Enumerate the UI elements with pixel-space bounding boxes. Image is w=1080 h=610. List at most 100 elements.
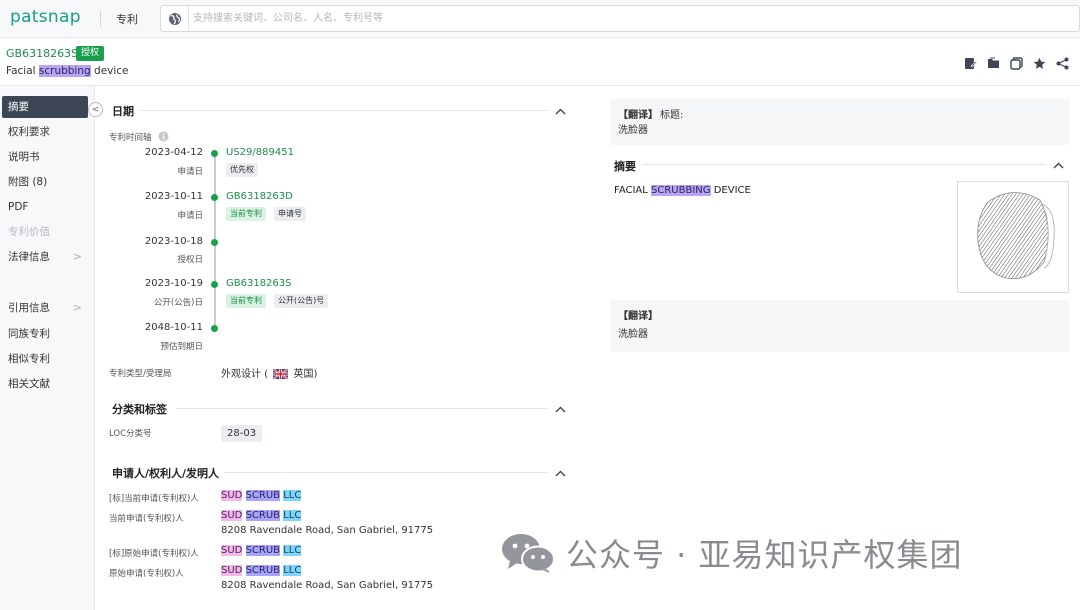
sidebar: 摘要 权利要求 说明书 附图 (8) PDF 专利价值 法律信息 > 引用信息 … <box>0 86 95 610</box>
design-drawing-thumbnail[interactable] <box>957 181 1069 293</box>
sidebar-item-related-docs[interactable]: 相关文献 <box>0 373 86 395</box>
patent-title: Facial scrubbing device <box>6 65 129 77</box>
sidebar-item-drawings[interactable]: 附图 (8) <box>0 171 86 193</box>
tag-priority: 优先权 <box>226 163 258 177</box>
name-part-scrub: SCRUB <box>245 565 281 576</box>
tag-application-number: 申请号 <box>274 207 306 221</box>
sidebar-item-pdf[interactable]: PDF <box>0 196 86 218</box>
translated-title-value: 洗脸器 <box>618 125 648 136</box>
collapse-sidebar-button[interactable]: < <box>88 102 103 117</box>
name-part-scrub: SCRUB <box>245 490 281 501</box>
chevron-up-icon[interactable] <box>1052 159 1064 171</box>
name-part-sud: SUD <box>221 545 243 556</box>
title-text-before: Facial <box>6 65 39 77</box>
section-divider <box>224 472 548 473</box>
loc-value[interactable]: 28-03 <box>221 425 263 442</box>
patent-number[interactable]: GB6318263S <box>6 47 78 60</box>
applicant-label: [标]当前申请(专利权)人 <box>109 494 199 504</box>
applicant-name[interactable]: SUD SCRUB LLC <box>221 545 302 556</box>
applicant-name[interactable]: SUD SCRUB LLC <box>221 565 302 576</box>
logo-divider <box>100 11 101 27</box>
sidebar-item-similar[interactable]: 相似专利 <box>0 348 86 370</box>
name-part-sud: SUD <box>221 510 243 521</box>
applicant-name[interactable]: SUD SCRUB LLC <box>221 490 302 501</box>
section-divider <box>140 110 548 111</box>
search-input[interactable] <box>193 10 1053 27</box>
patent-type-label: 专利类型/受理局 <box>109 369 172 379</box>
section-divider <box>176 408 548 409</box>
translated-abstract-value: 洗脸器 <box>618 329 648 340</box>
sidebar-item-description[interactable]: 说明书 <box>0 146 86 168</box>
edit-note-icon[interactable] <box>962 55 978 71</box>
tag-current-patent: 当前专利 <box>226 294 266 308</box>
timeline-patent-link[interactable]: US29/889451 <box>226 147 294 158</box>
timeline-label-text: 专利时间轴 <box>109 133 152 143</box>
nav-patent[interactable]: 专利 <box>116 11 138 27</box>
top-bar: patsnap 专利 <box>0 0 1080 38</box>
timeline-kind: 授权日 <box>177 255 203 265</box>
chevron-up-icon[interactable] <box>554 467 566 479</box>
abstract-text-after: DEVICE <box>710 185 751 196</box>
timeline-dot <box>211 281 218 288</box>
translated-title-header: 【翻译】 标题: <box>618 106 683 121</box>
sidebar-item-patent-value[interactable]: 专利价值 <box>0 221 86 243</box>
sidebar-item-abstract[interactable]: 摘要 <box>2 96 88 118</box>
search-box[interactable] <box>160 5 1080 32</box>
timeline-date: 2023-10-19 <box>144 278 203 289</box>
watermark-text: 公众号 · 亚易知识产权集团 <box>566 536 963 574</box>
tag-publication-number: 公开(公告)号 <box>274 294 329 308</box>
sidebar-item-label: 引用信息 <box>8 302 50 314</box>
timeline-dot <box>211 150 218 157</box>
sidebar-item-claims[interactable]: 权利要求 <box>0 121 86 143</box>
timeline-patent-link[interactable]: GB6318263D <box>226 191 293 202</box>
timeline-label: 专利时间轴 <box>109 131 169 143</box>
name-part-sud: SUD <box>221 565 243 576</box>
star-icon[interactable] <box>1031 55 1047 71</box>
globe-icon[interactable] <box>161 6 189 31</box>
loc-label: LOC分类号 <box>109 429 152 439</box>
timeline-date: 2023-10-11 <box>144 191 203 202</box>
chevron-right-icon: > <box>72 250 82 263</box>
share-icon[interactable] <box>1054 55 1070 71</box>
translate-tag: 【翻译】 <box>618 311 658 322</box>
sidebar-item-citations[interactable]: 引用信息 > <box>0 297 86 319</box>
folder-icon[interactable] <box>985 55 1001 71</box>
section-title-classification: 分类和标签 <box>112 403 167 416</box>
patent-type-value: 外观设计 ( 英国) <box>221 365 317 380</box>
translated-abstract-card: 【翻译】 洗脸器 <box>610 300 1069 352</box>
sidebar-item-family[interactable]: 同族专利 <box>0 323 86 345</box>
info-icon[interactable] <box>158 131 169 142</box>
translate-title-label: 标题: <box>660 110 684 121</box>
patent-header: GB6318263S 授权 Facial scrubbing device <box>0 38 1080 86</box>
applicant-address: 8208 Ravendale Road, San Gabriel, 91775 <box>221 580 434 591</box>
applicant-label: [标]原始申请(专利权)人 <box>109 549 199 559</box>
timeline-date: 2023-04-12 <box>144 147 203 158</box>
timeline-patent-link[interactable]: GB6318263S <box>226 278 292 289</box>
timeline-dot <box>211 325 218 332</box>
section-title-dates: 日期 <box>112 105 134 118</box>
abstract-highlight: SCRUBBING <box>651 185 711 196</box>
name-part-llc: LLC <box>283 510 302 521</box>
uk-flag-icon <box>272 368 289 380</box>
chevron-up-icon[interactable] <box>554 403 566 415</box>
abstract-text-before: FACIAL <box>614 185 652 196</box>
patsnap-logo[interactable]: patsnap <box>10 7 81 27</box>
name-part-scrub: SCRUB <box>245 510 281 521</box>
copy-icon[interactable] <box>1008 55 1024 71</box>
scrubber-drawing-image <box>977 192 1055 280</box>
wechat-watermark: 公众号 · 亚易知识产权集团 <box>500 530 963 576</box>
applicant-name[interactable]: SUD SCRUB LLC <box>221 510 302 521</box>
translated-abstract-header: 【翻译】 <box>618 307 658 322</box>
applicant-address: 8208 Ravendale Road, San Gabriel, 91775 <box>221 525 434 536</box>
timeline-kind: 预估到期日 <box>160 342 203 352</box>
applicant-label: 原始申请(专利权)人 <box>109 569 184 579</box>
chevron-right-icon: > <box>72 301 82 314</box>
timeline-date: 2048-10-11 <box>144 322 203 333</box>
section-title-abstract: 摘要 <box>614 160 636 173</box>
tag-current-patent: 当前专利 <box>226 207 266 221</box>
applicant-label: 当前申请(专利权)人 <box>109 514 184 524</box>
name-part-scrub: SCRUB <box>245 545 281 556</box>
chevron-up-icon[interactable] <box>554 105 566 117</box>
sidebar-item-legal-info[interactable]: 法律信息 > <box>0 246 86 268</box>
timeline-dot <box>211 194 218 201</box>
